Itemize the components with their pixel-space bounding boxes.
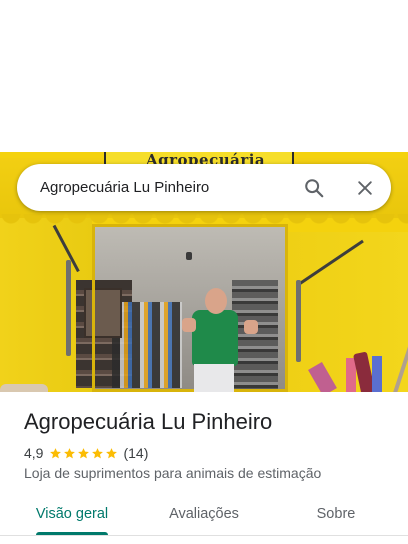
review-count[interactable]: (14) bbox=[123, 444, 148, 462]
star-icon bbox=[50, 447, 62, 458]
place-title: Agropecuária Lu Pinheiro bbox=[24, 409, 273, 434]
tab-about[interactable]: Sobre bbox=[300, 494, 372, 534]
photo-person-body bbox=[192, 310, 238, 366]
photo-bucket bbox=[0, 384, 48, 392]
search-input[interactable]: Agropecuária Lu Pinheiro bbox=[40, 164, 209, 211]
photo-pole-right bbox=[296, 280, 301, 362]
star-icon bbox=[78, 447, 90, 458]
photo-person-hand-right bbox=[244, 320, 258, 334]
place-tabs: Visão geral Avaliações Sobre bbox=[0, 494, 408, 536]
photo-broom bbox=[372, 356, 382, 392]
tab-overview[interactable]: Visão geral bbox=[28, 494, 116, 534]
rating-row[interactable]: 4,9 (14) bbox=[24, 444, 148, 462]
rating-stars bbox=[49, 447, 119, 460]
photo-person-hand-left bbox=[182, 318, 196, 332]
search-icon[interactable] bbox=[303, 177, 325, 199]
tabs-divider bbox=[0, 535, 408, 536]
photo-awning-edge bbox=[0, 214, 408, 228]
search-bar[interactable]: Agropecuária Lu Pinheiro bbox=[17, 164, 391, 211]
star-icon bbox=[106, 447, 118, 458]
active-tab-indicator bbox=[36, 532, 108, 535]
photo-pole-left bbox=[66, 260, 71, 356]
place-category: Loja de suprimentos para animais de esti… bbox=[24, 465, 322, 481]
close-icon[interactable] bbox=[355, 178, 375, 198]
photo-person-head bbox=[205, 288, 227, 314]
tab-reviews[interactable]: Avaliações bbox=[158, 494, 250, 534]
photo-door-frame bbox=[92, 224, 288, 392]
photo-person-legs bbox=[194, 364, 234, 392]
star-icon bbox=[92, 447, 104, 458]
star-icon bbox=[64, 447, 76, 458]
rating-value: 4,9 bbox=[24, 445, 44, 461]
